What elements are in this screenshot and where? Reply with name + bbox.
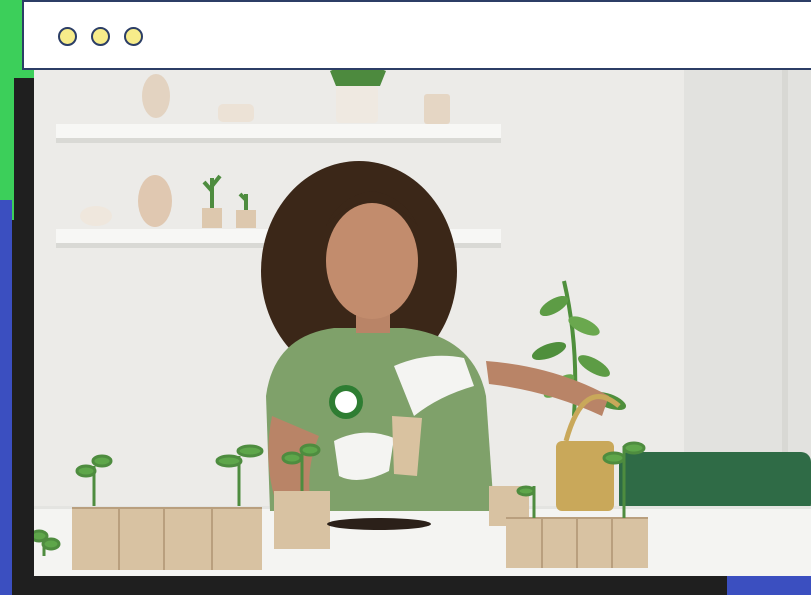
woman-planting-seedlings-image bbox=[34, 66, 811, 576]
green-accent-strip bbox=[0, 70, 14, 220]
window-control-dot-2[interactable] bbox=[91, 27, 110, 46]
blue-accent-corner bbox=[727, 576, 811, 595]
photo-frame bbox=[34, 66, 811, 576]
window-title-bar bbox=[22, 0, 811, 70]
blue-accent-strip bbox=[0, 200, 12, 595]
window-control-dot-3[interactable] bbox=[124, 27, 143, 46]
window-control-dot-1[interactable] bbox=[58, 27, 77, 46]
